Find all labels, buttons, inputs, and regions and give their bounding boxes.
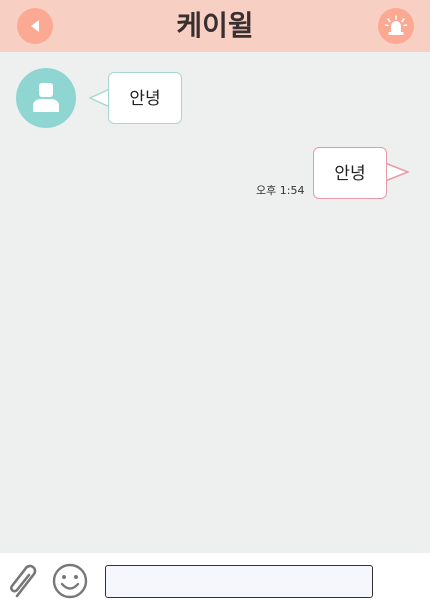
chat-header: 케이윌 (0, 0, 430, 52)
incoming-message-bubble[interactable]: 안녕 (108, 72, 182, 124)
outgoing-message-bubble[interactable]: 안녕 (313, 147, 387, 199)
avatar[interactable] (16, 68, 76, 128)
person-icon (33, 83, 59, 112)
chat-title: 케이윌 (176, 9, 254, 42)
siren-icon (384, 15, 408, 35)
message-input[interactable] (105, 565, 373, 598)
alarm-button[interactable] (378, 8, 414, 44)
outgoing-bubble-tail (384, 162, 410, 182)
paperclip-icon[interactable] (8, 562, 42, 602)
smiley-icon[interactable] (52, 563, 88, 599)
message-timestamp: 오후 1:54 (256, 184, 305, 197)
